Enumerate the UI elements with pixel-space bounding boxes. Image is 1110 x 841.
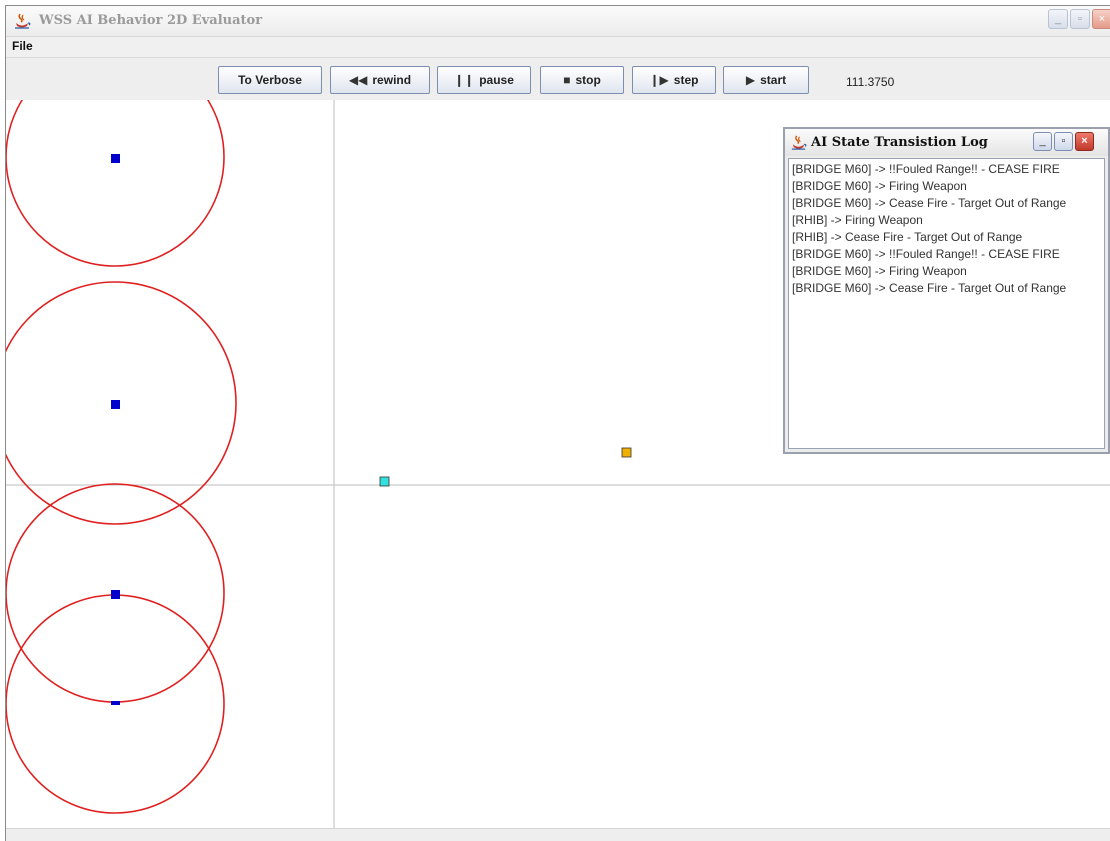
status-bar [6,828,1110,841]
unit-marker-blue[interactable] [111,154,120,163]
maximize-button[interactable]: ▫ [1070,9,1090,29]
window-title: WSS AI Behavior 2D Evaluator [39,13,263,28]
java-coffee-icon [15,13,31,29]
log-line: [BRIDGE M60] -> Cease Fire - Target Out … [792,196,1067,210]
stop-label: stop [575,73,601,87]
unit-marker-blue[interactable] [111,590,120,599]
log-window-title-bar[interactable]: AI State Transistion Log _ ▫ × [785,129,1108,156]
rewind-label: rewind [372,73,412,87]
start-button[interactable]: ▶ start [723,66,809,94]
toolbar: To Verbose ◀◀ rewind ❙❙ pause ■ stop ❙▶ … [6,58,1110,100]
stop-icon: ■ [563,73,571,87]
log-text-area[interactable]: [BRIDGE M60] -> !!Fouled Range!! - CEASE… [788,158,1105,449]
rewind-icon: ◀◀ [348,73,368,87]
log-line: [RHIB] -> Firing Weapon [792,213,923,227]
unit-marker-orange[interactable] [621,447,632,458]
log-window-title: AI State Transistion Log [811,135,988,150]
minimize-icon: _ [1039,135,1046,147]
log-minimize-button[interactable]: _ [1033,132,1052,151]
simulation-time: 111.3750 [846,75,895,89]
start-label: start [760,73,787,87]
pause-label: pause [479,73,514,87]
unit-marker-cyan[interactable] [379,476,390,487]
log-line: [BRIDGE M60] -> Firing Weapon [792,264,967,278]
step-button[interactable]: ❙▶ step [632,66,716,94]
pause-icon: ❙❙ [454,73,475,87]
maximize-icon: ▫ [1078,13,1082,25]
log-line: [BRIDGE M60] -> Cease Fire - Target Out … [792,281,1067,295]
minimize-icon: _ [1054,13,1062,25]
unit-marker-blue[interactable] [111,400,120,409]
step-icon: ❙▶ [649,73,669,87]
close-button[interactable]: × [1092,9,1110,29]
java-coffee-icon [791,135,807,150]
pause-button[interactable]: ❙❙ pause [437,66,531,94]
log-line: [BRIDGE M60] -> !!Fouled Range!! - CEASE… [792,247,1060,261]
log-line: [RHIB] -> Cease Fire - Target Out of Ran… [792,230,1023,244]
stop-button[interactable]: ■ stop [540,66,624,94]
to-verbose-button[interactable]: To Verbose [218,66,322,94]
log-line: [BRIDGE M60] -> !!Fouled Range!! - CEASE… [792,162,1060,176]
close-icon: × [1098,13,1106,25]
unit-marker-blue[interactable] [111,701,120,705]
range-circle [6,281,237,525]
to-verbose-label: To Verbose [238,73,302,87]
start-icon: ▶ [745,73,756,87]
ai-state-log-window: AI State Transistion Log _ ▫ × [BRIDGE M… [783,127,1110,454]
maximize-icon: ▫ [1061,135,1066,147]
range-circle [6,47,225,267]
log-close-button[interactable]: × [1075,132,1094,151]
step-label: step [673,73,699,87]
menu-file[interactable]: File [12,39,33,53]
minimize-button[interactable]: _ [1048,9,1068,29]
log-line: [BRIDGE M60] -> Firing Weapon [792,179,967,193]
rewind-button[interactable]: ◀◀ rewind [330,66,430,94]
close-icon: × [1081,135,1088,147]
menu-bar: File [6,37,1110,58]
title-bar[interactable]: WSS AI Behavior 2D Evaluator _ ▫ × [6,6,1110,37]
log-maximize-button[interactable]: ▫ [1054,132,1073,151]
